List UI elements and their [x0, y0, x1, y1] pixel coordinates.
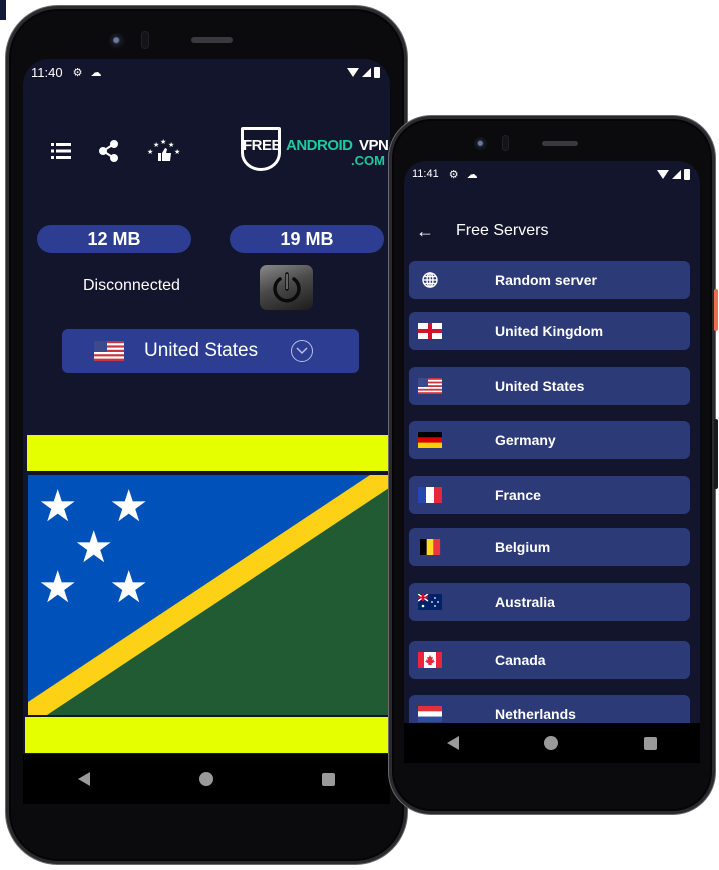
server-item-united-states[interactable]: United States	[409, 367, 690, 405]
nav-bar	[404, 723, 700, 763]
toolbar: ★ ★ ★ ★ ★	[49, 138, 181, 163]
server-item-france[interactable]: France	[409, 476, 690, 514]
server-item-canada[interactable]: Canada	[409, 641, 690, 679]
connection-status: Disconnected	[83, 277, 180, 294]
proximity-sensor	[141, 31, 149, 49]
canada-flag-icon	[418, 652, 442, 668]
rate-stars-icon[interactable]: ★ ★ ★ ★ ★	[145, 138, 181, 163]
server-item-united-kingdom[interactable]: United Kingdom	[409, 312, 690, 350]
nav-back-icon[interactable]	[77, 772, 90, 786]
svg-text:★: ★	[147, 148, 153, 156]
power-side-button	[714, 289, 718, 331]
star-icon: ★	[109, 562, 148, 613]
nav-bar	[23, 754, 390, 804]
server-item-australia[interactable]: Australia	[409, 583, 690, 621]
cloud-icon: ☁	[466, 168, 478, 181]
australia-flag-icon	[418, 594, 442, 610]
star-icon: ★	[109, 481, 148, 532]
netherlands-flag-icon	[418, 706, 442, 722]
server-item-belgium[interactable]: Belgium	[409, 528, 690, 566]
earpiece	[191, 37, 233, 43]
nav-recents-icon[interactable]	[644, 736, 658, 750]
wifi-icon	[657, 169, 669, 179]
us-flag-icon	[94, 341, 124, 361]
signal-icon	[362, 67, 371, 77]
signal-icon	[672, 169, 681, 179]
star-icon: ★	[38, 562, 77, 613]
country-selector[interactable]: United States	[62, 329, 359, 373]
proximity-sensor	[502, 135, 509, 151]
star-icon: ★	[74, 522, 113, 573]
banner-band-bottom	[25, 717, 388, 753]
nav-home-icon[interactable]	[198, 772, 213, 786]
gear-icon: ⚙	[448, 168, 459, 181]
france-flag-icon	[418, 487, 442, 503]
earpiece	[542, 141, 578, 146]
status-bar: 11:41 ⚙ ☁	[404, 161, 700, 187]
phone-left: 11:40 ⚙ ☁ ★ ★ ★ ★ ★ FREE ANDROID VPN .CO…	[6, 6, 407, 864]
servers-screen: 11:41 ⚙ ☁ ← Free Servers Random server U…	[404, 161, 700, 763]
page-title: Free Servers	[456, 222, 549, 239]
battery-icon	[374, 66, 380, 78]
chevron-down-icon	[291, 340, 313, 362]
arrow-left-icon[interactable]: ←	[416, 221, 436, 242]
app-bar: ← Free Servers	[404, 211, 700, 251]
nav-back-icon[interactable]	[446, 736, 459, 750]
download-stat: 12 MB	[37, 225, 191, 253]
app-logo: FREE ANDROID VPN .COM	[241, 127, 390, 177]
solomon-islands-flag: ★ ★ ★ ★ ★	[28, 475, 389, 715]
list-icon[interactable]	[49, 139, 73, 163]
germany-flag-icon	[418, 432, 442, 448]
status-time: 11:40	[31, 64, 63, 80]
banner-band-top	[27, 435, 390, 471]
globe-icon	[422, 272, 438, 288]
wifi-icon	[347, 67, 359, 77]
server-item-germany[interactable]: Germany	[409, 421, 690, 459]
phone-right: 11:41 ⚙ ☁ ← Free Servers Random server U…	[389, 116, 718, 814]
svg-text:★: ★	[174, 148, 180, 156]
corner-mark	[0, 0, 6, 20]
front-camera	[474, 137, 488, 151]
battery-icon	[684, 168, 690, 180]
main-screen: 11:40 ⚙ ☁ ★ ★ ★ ★ ★ FREE ANDROID VPN .CO…	[23, 59, 390, 804]
power-icon	[272, 271, 301, 302]
volume-side-button	[714, 419, 718, 489]
country-flag-banner: ★ ★ ★ ★ ★	[25, 435, 390, 753]
svg-text:★: ★	[153, 141, 159, 149]
svg-text:★: ★	[160, 138, 166, 146]
belgium-flag-icon	[420, 539, 441, 555]
status-time: 11:41	[412, 168, 439, 180]
nav-home-icon[interactable]	[544, 736, 559, 750]
nav-recents-icon[interactable]	[322, 772, 336, 786]
selected-country-name: United States	[144, 340, 259, 361]
front-camera	[109, 33, 125, 49]
status-bar: 11:40 ⚙ ☁	[23, 59, 390, 85]
server-item-random[interactable]: Random server	[409, 261, 690, 299]
cloud-icon: ☁	[90, 66, 102, 79]
power-button[interactable]	[260, 265, 313, 310]
england-flag-icon	[418, 323, 442, 339]
upload-stat: 19 MB	[230, 225, 384, 253]
us-flag-icon	[418, 378, 442, 394]
gear-icon: ⚙	[72, 66, 83, 79]
share-icon[interactable]	[97, 139, 121, 163]
star-icon: ★	[38, 481, 77, 532]
